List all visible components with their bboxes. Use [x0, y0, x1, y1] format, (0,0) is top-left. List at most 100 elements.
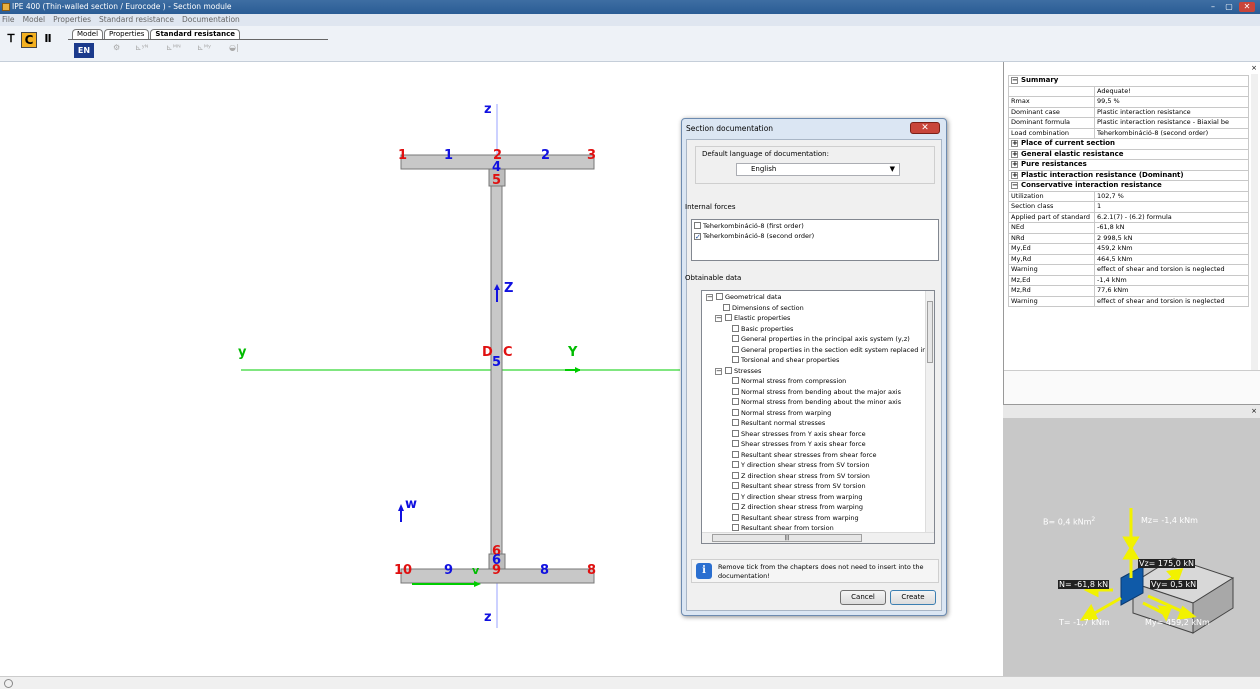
expand-icon[interactable]: +: [1011, 150, 1018, 158]
checkbox-unchecked[interactable]: [694, 222, 701, 229]
tree-item[interactable]: Dimensions of section: [715, 303, 804, 314]
checkbox-unchecked[interactable]: [732, 324, 739, 332]
tab-standard-resistance[interactable]: Standard resistance: [150, 29, 241, 39]
close-window-button[interactable]: ✕: [1239, 2, 1255, 12]
tree-item[interactable]: Normal stress from warping: [724, 408, 831, 419]
checkbox-unchecked[interactable]: [732, 429, 739, 437]
checkbox-unchecked[interactable]: [732, 345, 739, 353]
tree-item[interactable]: Resultant shear from torsion: [724, 523, 834, 532]
checkbox-unchecked[interactable]: [732, 377, 739, 384]
chart-ny-icon[interactable]: ⊾ʸᴺ: [135, 43, 148, 57]
expand-icon[interactable]: +: [1011, 171, 1018, 179]
close-icon[interactable]: ×: [1251, 407, 1257, 415]
checkbox-checked[interactable]: ✓: [694, 233, 701, 241]
cancel-button[interactable]: Cancel: [840, 590, 886, 605]
tree-item[interactable]: Y direction shear stress from SV torsion: [724, 460, 869, 471]
checkbox-unchecked[interactable]: [725, 366, 732, 374]
language-select[interactable]: English ▼: [736, 163, 900, 176]
collapse-icon[interactable]: −: [706, 294, 713, 301]
tree-item[interactable]: Shear stresses from Y axis shear force: [724, 429, 866, 440]
menu-documentation[interactable]: Documentation: [182, 15, 240, 24]
menu-model[interactable]: Model: [23, 15, 46, 24]
close-icon[interactable]: ×: [1251, 64, 1257, 72]
summary-section-header[interactable]: − Conservative interaction resistance: [1008, 180, 1249, 192]
collapse-icon[interactable]: −: [1011, 182, 1018, 189]
tab-model[interactable]: Model: [72, 29, 104, 39]
tree-hscrollbar[interactable]: |||: [702, 532, 934, 543]
checkbox-unchecked[interactable]: [732, 513, 739, 521]
expand-icon[interactable]: +: [1011, 140, 1018, 147]
tree-item[interactable]: Normal stress from bending about the min…: [724, 397, 901, 408]
checkbox-unchecked[interactable]: [732, 356, 739, 363]
tree-item[interactable]: Normal stress from compression: [724, 376, 846, 387]
tree-item[interactable]: − Geometrical data: [706, 292, 781, 303]
chart-mz-icon[interactable]: ⊾ᴹᴺ: [166, 43, 181, 57]
report-icon[interactable]: ◒|: [229, 43, 239, 57]
list-item[interactable]: ✓ Teherkombináció-8 (second order): [694, 231, 814, 242]
summary-section-header[interactable]: + Pure resistances: [1008, 159, 1249, 171]
checkbox-unchecked[interactable]: [732, 335, 739, 342]
panel-splitter[interactable]: ×: [1003, 404, 1260, 418]
menu-standard-resistance[interactable]: Standard resistance: [99, 15, 174, 24]
checkbox-unchecked[interactable]: [732, 398, 739, 405]
checkbox-unchecked[interactable]: [725, 314, 732, 321]
tree-item[interactable]: Resultant shear stress from SV torsion: [724, 481, 866, 492]
minimize-button[interactable]: –: [1205, 2, 1221, 12]
checkbox-unchecked[interactable]: [732, 503, 739, 510]
collapse-icon[interactable]: −: [715, 315, 722, 322]
summary-section-header[interactable]: + Plastic interaction resistance (Dominan…: [1008, 169, 1249, 181]
menu-file[interactable]: File: [2, 15, 15, 24]
expand-icon[interactable]: +: [1011, 161, 1018, 168]
tree-item[interactable]: Z direction shear stress from SV torsion: [724, 471, 870, 482]
tree-item[interactable]: Resultant shear stress from warping: [724, 513, 859, 524]
tree-item[interactable]: Normal stress from bending about the maj…: [724, 387, 901, 398]
tree-item[interactable]: Y direction shear stress from warping: [724, 492, 862, 503]
dialog-close-button[interactable]: ✕: [910, 122, 940, 134]
summary-section-header[interactable]: + Place of current section: [1008, 138, 1249, 150]
tree-item[interactable]: − Stresses: [715, 366, 761, 377]
tree-item[interactable]: Basic properties: [724, 324, 793, 335]
checkbox-unchecked[interactable]: [732, 461, 739, 468]
section-icon[interactable]: Ｔ: [3, 32, 19, 48]
checkbox-unchecked[interactable]: [732, 492, 739, 500]
checkbox-unchecked[interactable]: [732, 408, 739, 416]
checkbox-unchecked[interactable]: [732, 440, 739, 447]
property-value: 77,6 kNm: [1094, 285, 1249, 297]
tree-item[interactable]: Resultant normal stresses: [724, 418, 825, 429]
menu-properties[interactable]: Properties: [53, 15, 91, 24]
checkbox-unchecked[interactable]: [732, 471, 739, 479]
hscroll-thumb[interactable]: |||: [712, 534, 862, 542]
i-shape-icon[interactable]: Ⅱ: [40, 32, 56, 48]
checkbox-unchecked[interactable]: [716, 293, 723, 300]
tree-vscrollbar[interactable]: [925, 291, 934, 533]
axis-Y: Y: [568, 345, 578, 360]
summary-section-header[interactable]: + General elastic resistance: [1008, 148, 1249, 160]
checkbox-unchecked[interactable]: [732, 419, 739, 426]
collapse-icon[interactable]: −: [1011, 77, 1018, 84]
tab-properties[interactable]: Properties: [104, 29, 150, 39]
create-button[interactable]: Create: [890, 590, 936, 605]
c-shape-icon[interactable]: C: [21, 32, 37, 48]
tree-item[interactable]: Torsional and shear properties: [724, 355, 839, 366]
tree-item[interactable]: Shear stresses from Y axis shear force: [724, 439, 866, 450]
checkbox-unchecked[interactable]: [732, 450, 739, 458]
english-language-button[interactable]: EN: [74, 43, 94, 58]
chart-my-icon[interactable]: ⊾ᴹʸ: [197, 43, 211, 57]
list-item[interactable]: Teherkombináció-8 (first order): [694, 221, 804, 232]
maximize-button[interactable]: ▢: [1221, 2, 1237, 12]
checkbox-unchecked[interactable]: [732, 524, 739, 531]
checkbox-unchecked[interactable]: [723, 303, 730, 311]
summary-vscrollbar[interactable]: [1251, 74, 1258, 370]
checkbox-unchecked[interactable]: [732, 482, 739, 489]
tree-item[interactable]: General properties in the section edit s…: [724, 345, 926, 356]
checkbox-unchecked[interactable]: [732, 387, 739, 395]
scroll-thumb[interactable]: [927, 301, 933, 363]
tree-item[interactable]: − Elastic properties: [715, 313, 790, 324]
tree-item[interactable]: Resultant shear stresses from shear forc…: [724, 450, 877, 461]
collapse-icon[interactable]: −: [715, 367, 722, 375]
tree-item[interactable]: General properties in the principal axis…: [724, 334, 910, 345]
tree-item[interactable]: Z direction shear stress from warping: [724, 502, 863, 513]
property-value: Adequate!: [1094, 85, 1249, 97]
summary-section-header[interactable]: − Summary: [1008, 75, 1249, 87]
gear-icon[interactable]: ⚙: [113, 43, 120, 57]
